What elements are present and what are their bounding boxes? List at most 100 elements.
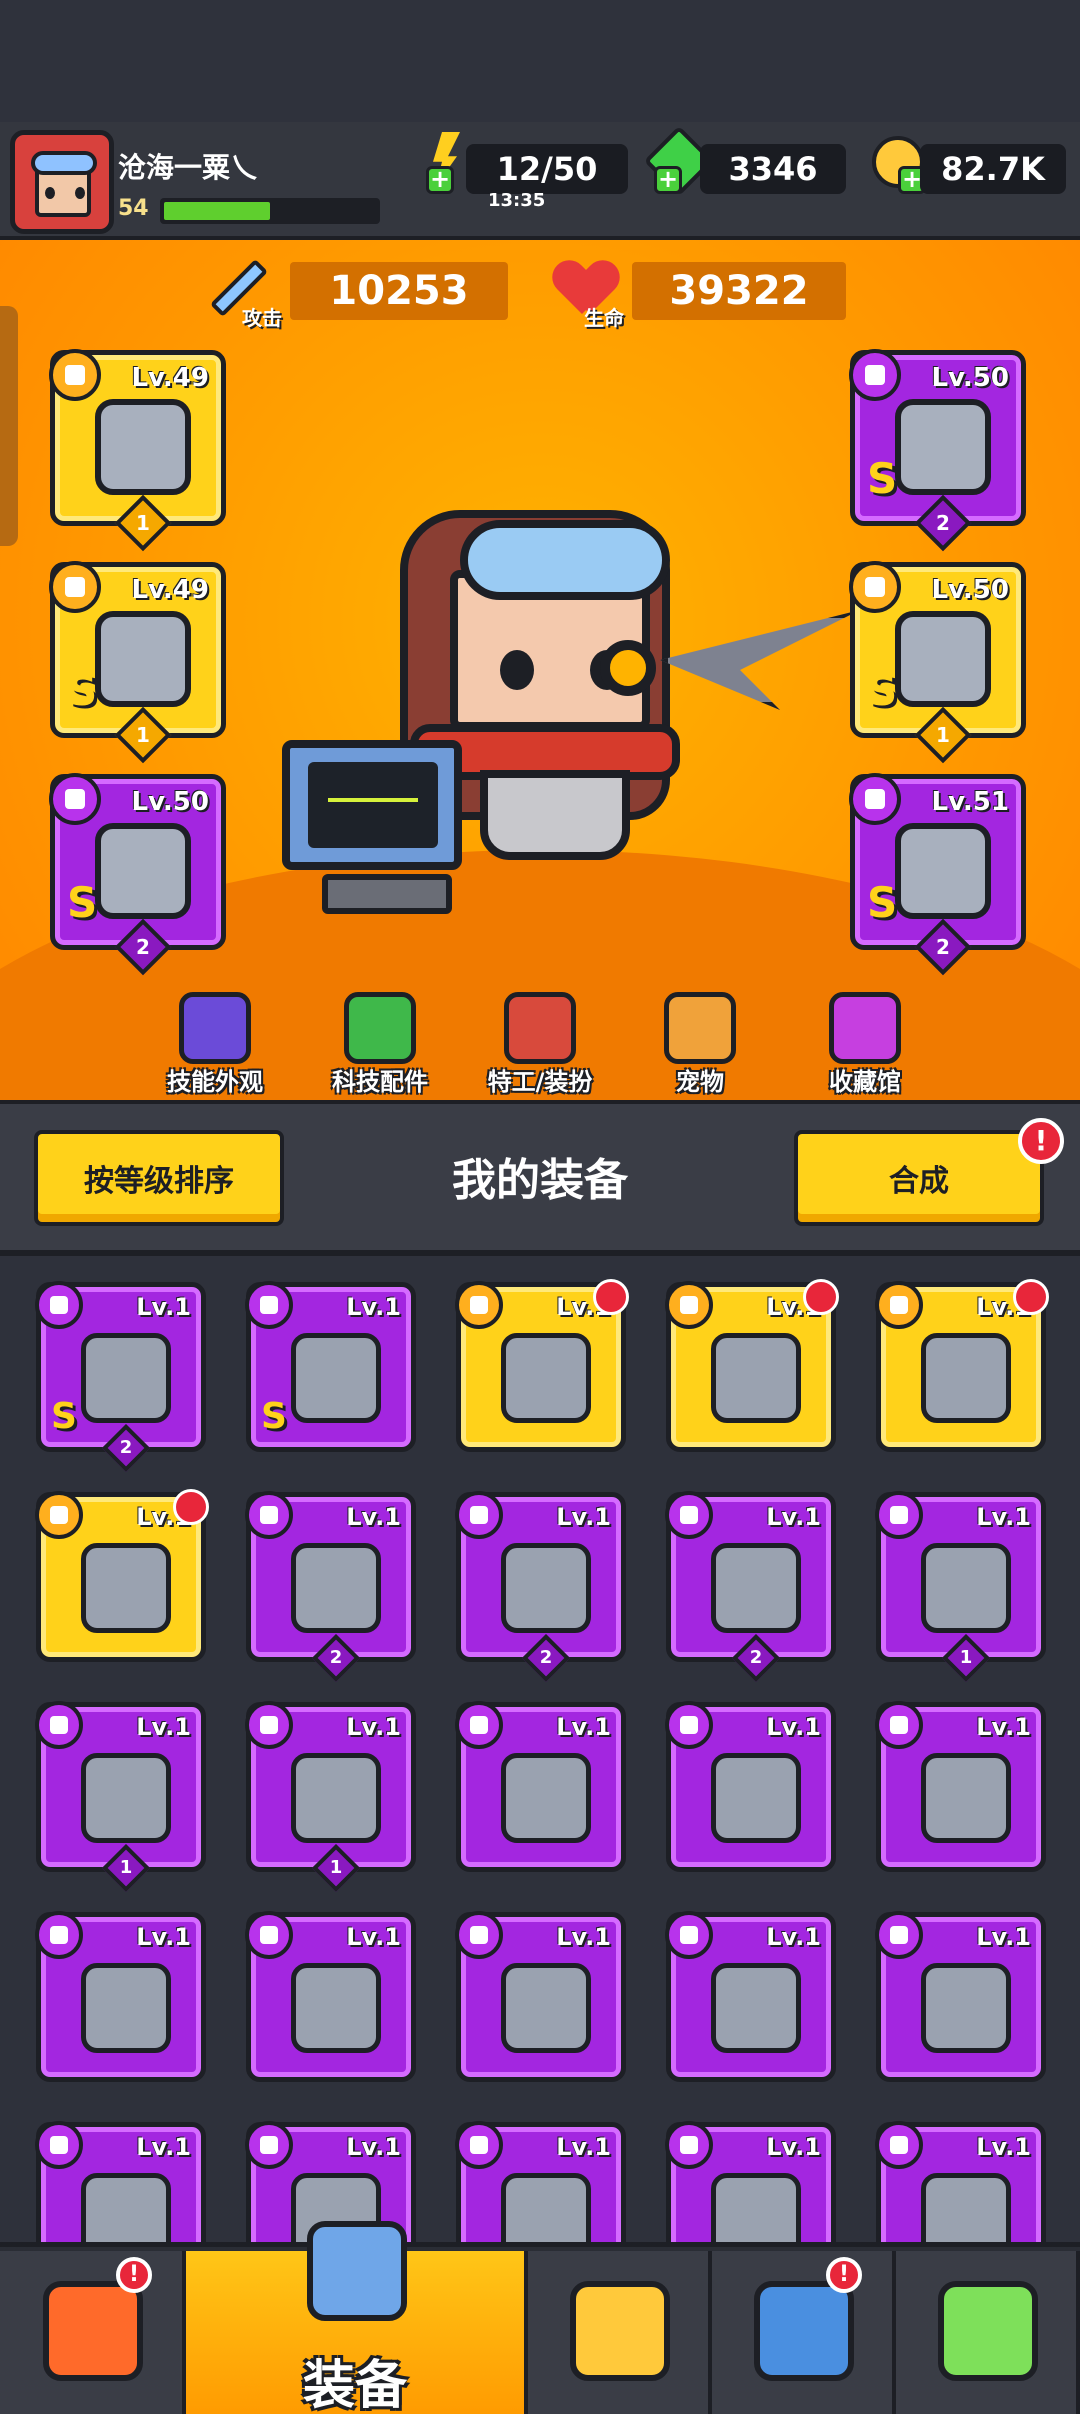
- menu-button[interactable]: 科技配件: [300, 992, 460, 1100]
- nav-item[interactable]: !: [0, 2251, 186, 2414]
- inventory-item[interactable]: Lv.1: [665, 1911, 836, 2082]
- menu-button[interactable]: 收藏馆: [785, 992, 945, 1100]
- item-type-icon: [245, 2121, 293, 2169]
- armor-icon: [921, 1753, 1011, 1843]
- boots-icon: [81, 1543, 171, 1633]
- slot-type-icon: [49, 349, 101, 401]
- player-name: 沧海一粟乀: [118, 151, 259, 184]
- slot-type-icon: [49, 773, 101, 825]
- item-type-icon: [245, 1701, 293, 1749]
- energy-plus-button[interactable]: +: [426, 166, 454, 194]
- equipped-slot[interactable]: Lv.50 S 2: [849, 349, 1026, 552]
- belt-icon: [501, 1543, 591, 1633]
- inventory-item[interactable]: Lv.1: [455, 2121, 626, 2242]
- nav-alert-badge: !: [826, 2257, 862, 2293]
- item-type-icon: [875, 1491, 923, 1539]
- inventory-item[interactable]: Lv.1: [875, 2121, 1046, 2242]
- item-star-count: 1: [119, 1857, 133, 1878]
- inventory-item[interactable]: Lv.1: [665, 1701, 836, 1872]
- nav-item[interactable]: [896, 2251, 1080, 2414]
- item-star-count: 2: [539, 1647, 553, 1668]
- item-level: Lv.1: [136, 1713, 191, 1741]
- equipped-slot[interactable]: Lv.50 S 2: [49, 773, 226, 976]
- necklace-icon: [711, 1963, 801, 2053]
- skill-skin-icon: [179, 992, 251, 1064]
- item-level: Lv.1: [346, 2133, 401, 2161]
- inventory-item[interactable]: Lv.1 1: [875, 1491, 1046, 1683]
- inventory-item[interactable]: Lv.1 1: [35, 1701, 206, 1893]
- inventory-item[interactable]: Lv.1: [35, 2121, 206, 2242]
- energy-counter: 12/50: [466, 144, 628, 194]
- menu-button[interactable]: 宠物: [620, 992, 780, 1100]
- inventory-item[interactable]: Lv.1 S: [245, 1281, 416, 1452]
- item-star-badge: 1: [311, 1843, 361, 1893]
- item-level: Lv.1: [766, 1923, 821, 1951]
- slot-type-icon: [49, 561, 101, 613]
- item-type-icon: [875, 1281, 923, 1329]
- side-drawer-tab[interactable]: [0, 306, 18, 546]
- inventory-item[interactable]: Lv.1: [665, 2121, 836, 2242]
- equipped-slot[interactable]: Lv.50 S 1: [849, 561, 1026, 764]
- item-level: Lv.1: [346, 1713, 401, 1741]
- gauntlet-icon: [95, 823, 191, 919]
- inventory-item[interactable]: Lv.1: [455, 1911, 626, 2082]
- hero-panel: 攻击 10253 生命 39322 Lv.49 1 Lv.49 S 1 Lv.50 S 2 L…: [0, 240, 1080, 1100]
- xp-bar-fill: [164, 202, 270, 220]
- menu-button[interactable]: 技能外观: [135, 992, 295, 1100]
- inventory-item[interactable]: Lv.1: [875, 1701, 1046, 1872]
- item-star-badge: 2: [101, 1423, 151, 1473]
- item-star-count: 2: [329, 1647, 343, 1668]
- new-item-badge: [1013, 1279, 1049, 1315]
- inventory-item[interactable]: Lv.1 2: [455, 1491, 626, 1683]
- nav-item[interactable]: [528, 2251, 712, 2414]
- hp-label: 生命: [584, 306, 624, 330]
- nav-label: 装备: [302, 2356, 407, 2414]
- item-star-badge: 1: [101, 1843, 151, 1893]
- dagger-icon: [291, 1333, 381, 1423]
- inventory-item[interactable]: Lv.1 2: [665, 1491, 836, 1683]
- pet-monitor-base: [322, 874, 452, 914]
- slot-star-count: 2: [136, 935, 150, 959]
- menu-button[interactable]: 特工/装扮: [460, 992, 620, 1100]
- player-level: 54: [118, 196, 149, 221]
- gem-plus-button[interactable]: +: [654, 166, 682, 194]
- inventory-item[interactable]: Lv.1: [875, 1279, 1049, 1452]
- slot-star-count: 2: [936, 935, 950, 959]
- inventory-item[interactable]: Lv.1 S 2: [35, 1281, 206, 1473]
- inventory-item[interactable]: Lv.1: [35, 1489, 209, 1662]
- star-battle-icon: [570, 2281, 670, 2381]
- inventory-item[interactable]: Lv.1 2: [245, 1491, 416, 1683]
- nav-item[interactable]: 装备: [186, 2221, 528, 2414]
- inventory-item[interactable]: Lv.1 1: [245, 1701, 416, 1893]
- sort-by-level-button[interactable]: 按等级排序: [34, 1130, 284, 1226]
- item-level: Lv.1: [556, 1713, 611, 1741]
- inventory-item[interactable]: Lv.1: [455, 1701, 626, 1872]
- merge-alert-badge: !: [1018, 1118, 1064, 1164]
- inventory-item[interactable]: Lv.1: [875, 1911, 1046, 2082]
- item-star-badge: 2: [521, 1633, 571, 1683]
- item-type-icon: [35, 1701, 83, 1749]
- equipped-slot[interactable]: Lv.49 S 1: [49, 561, 226, 764]
- merge-button[interactable]: 合成: [794, 1130, 1044, 1226]
- armor-icon: [711, 1333, 801, 1423]
- belt-icon: [81, 1753, 171, 1843]
- inventory-item[interactable]: Lv.1: [665, 1279, 839, 1452]
- item-type-icon: [35, 1281, 83, 1329]
- kunai-icon: [95, 399, 191, 495]
- tech-part-icon: [344, 992, 416, 1064]
- ring-icon: [95, 611, 191, 707]
- slot-level: Lv.50: [931, 575, 1009, 605]
- item-level: Lv.1: [766, 1503, 821, 1531]
- equipped-slot[interactable]: Lv.51 S 2: [849, 773, 1026, 976]
- coin-counter: 82.7K: [920, 144, 1066, 194]
- equipped-slot[interactable]: Lv.49 1: [49, 349, 226, 552]
- equipment-icon: [307, 2221, 407, 2321]
- nav-item[interactable]: !: [712, 2251, 896, 2414]
- sword-icon: [921, 1543, 1011, 1633]
- player-avatar[interactable]: [10, 130, 114, 234]
- item-type-icon: [665, 1911, 713, 1959]
- inventory-item[interactable]: Lv.1: [245, 1911, 416, 2082]
- inventory-item[interactable]: Lv.1: [455, 1279, 629, 1452]
- energy-value: 12/50: [496, 150, 598, 188]
- inventory-item[interactable]: Lv.1: [35, 1911, 206, 2082]
